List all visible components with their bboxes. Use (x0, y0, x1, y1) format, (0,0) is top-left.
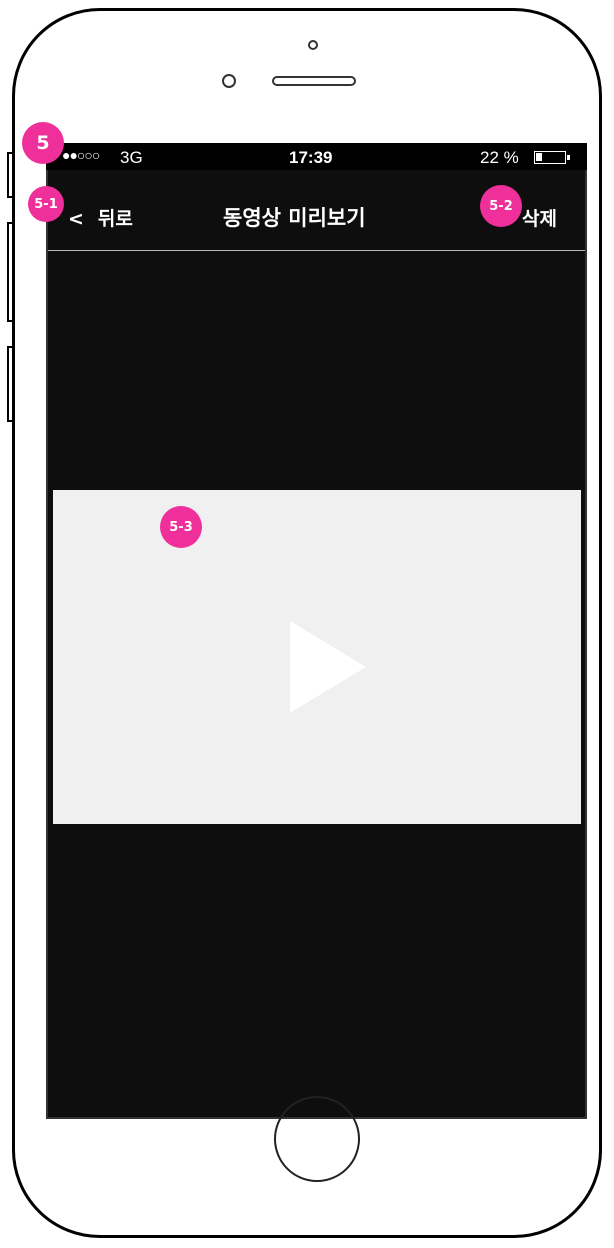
annotation-badge-screen: 5 (22, 122, 64, 164)
back-label: 뒤로 (97, 208, 133, 230)
battery-tip (567, 155, 570, 160)
delete-button[interactable]: 삭제 (522, 204, 557, 231)
front-camera (308, 40, 318, 50)
annotation-badge-video: 5-3 (160, 506, 202, 548)
back-button[interactable]: < 뒤로 (68, 204, 133, 231)
status-bar: ●●○○○ 3G 17:39 22 % (46, 143, 587, 170)
battery-percent: 22 % (480, 148, 519, 167)
annotation-badge-back: 5-1 (28, 186, 64, 222)
battery-icon (534, 151, 566, 164)
proximity-sensor (222, 74, 236, 88)
annotation-badge-delete: 5-2 (480, 185, 522, 227)
signal-strength: ●●○○○ (62, 147, 100, 163)
chevron-left-icon: < (68, 208, 84, 230)
earpiece-speaker (272, 76, 356, 86)
clock: 17:39 (289, 148, 333, 167)
page-title: 동영상 미리보기 (223, 206, 366, 230)
play-icon[interactable] (290, 621, 366, 713)
home-button[interactable] (274, 1096, 360, 1182)
carrier-label: 3G (120, 148, 143, 167)
